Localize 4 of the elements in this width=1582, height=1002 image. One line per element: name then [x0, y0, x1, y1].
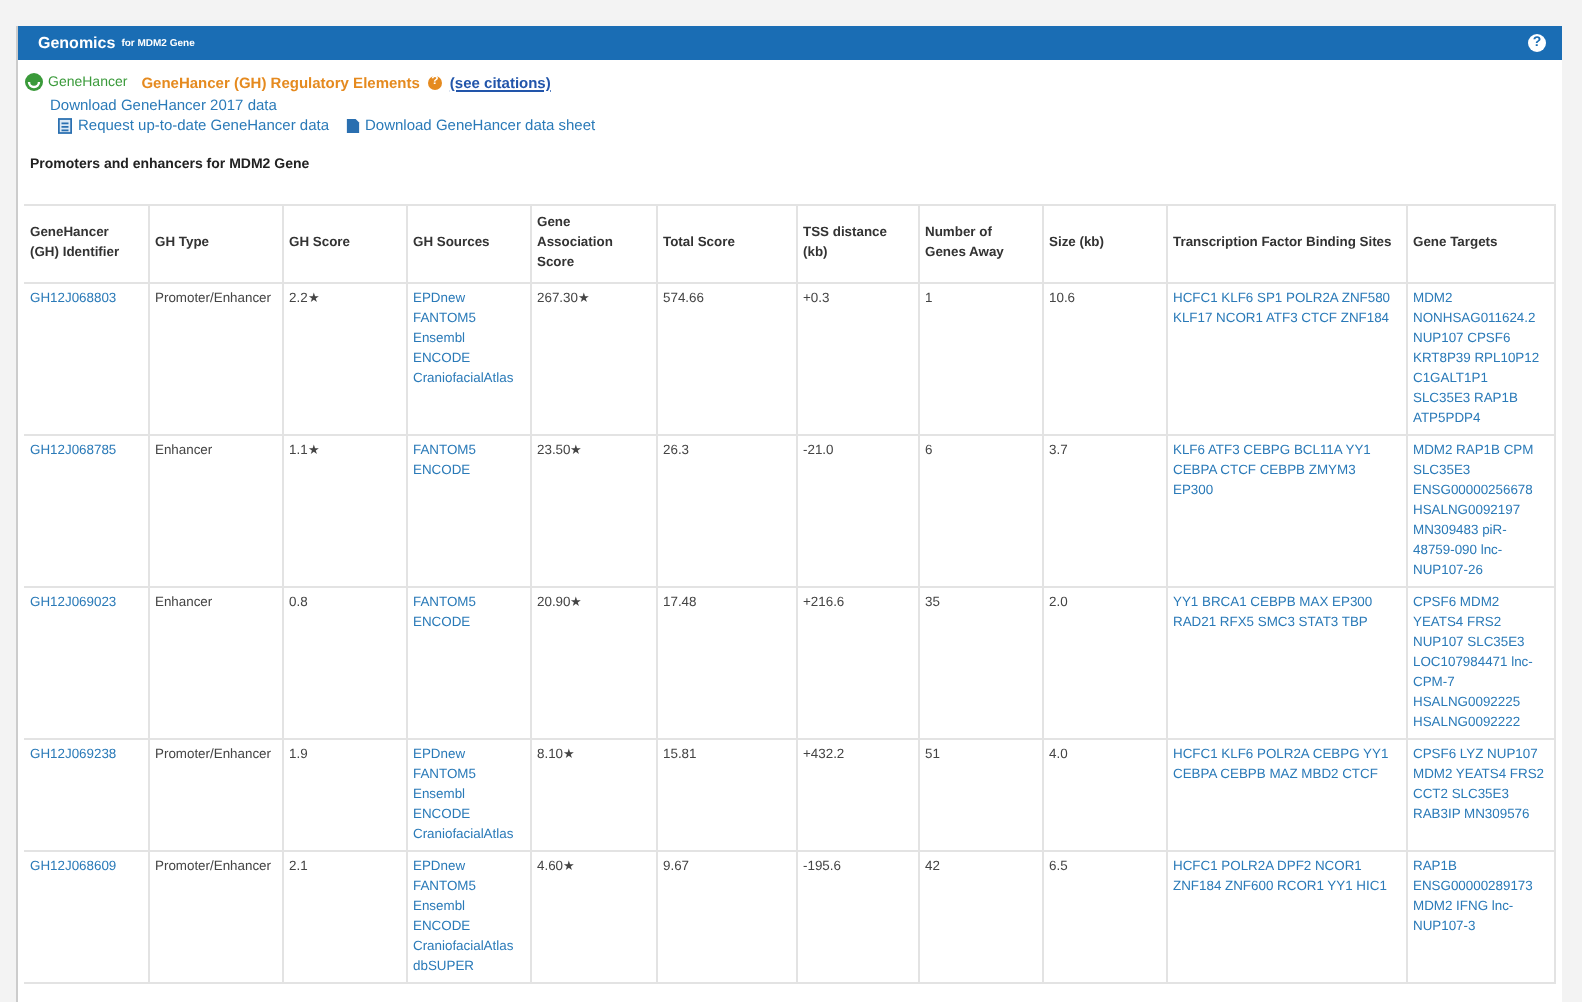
panel-title: Genomics [38, 34, 116, 52]
table-icon [58, 118, 72, 134]
logo-icon [24, 72, 44, 92]
document-icon [345, 118, 359, 134]
